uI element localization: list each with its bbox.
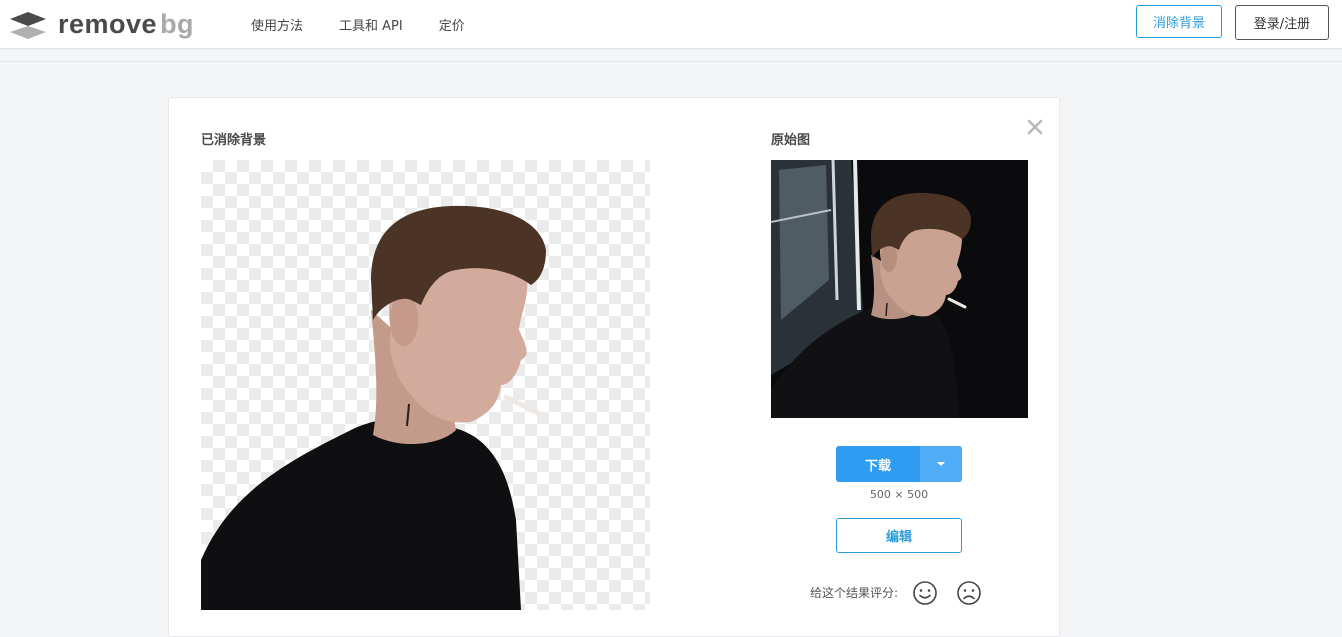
person-cutout — [201, 205, 546, 610]
logo-text: remove bg — [58, 8, 195, 39]
main-nav: 使用方法 工具和 API 定价 — [251, 15, 465, 34]
result-image — [201, 160, 650, 610]
download-button[interactable]: 下载 — [836, 446, 920, 482]
logo-layers-icon — [10, 12, 46, 39]
result-title: 已消除背景 — [201, 133, 267, 148]
download-options-dropdown[interactable] — [920, 446, 962, 482]
login-signup-button[interactable]: 登录/注册 — [1235, 5, 1329, 40]
download-button-group: 下载 — [836, 446, 962, 482]
rate-result-label: 给这个结果评分: — [810, 586, 899, 600]
logo[interactable]: remove bg — [8, 8, 194, 40]
nav-tools-api[interactable]: 工具和 API — [339, 15, 403, 34]
original-title: 原始图 — [771, 133, 811, 148]
edit-button[interactable]: 编辑 — [836, 518, 962, 553]
remove-background-button[interactable]: 消除背景 — [1136, 5, 1222, 38]
nav-how-to-use[interactable]: 使用方法 — [251, 15, 303, 34]
logo-text-remove: remove — [58, 8, 158, 39]
top-navbar: remove bg 使用方法 工具和 API 定价 消除背景 登录/注册 — [0, 0, 1342, 49]
caret-down-icon — [937, 462, 945, 466]
logo-text-bg: bg — [160, 8, 195, 39]
nav-pricing[interactable]: 定价 — [439, 15, 465, 34]
image-size-text: 500 × 500 — [869, 488, 929, 501]
close-icon[interactable] — [1025, 117, 1045, 137]
original-photo — [771, 160, 1028, 418]
smile-rating-icon[interactable] — [912, 580, 938, 606]
original-image — [771, 160, 1028, 418]
header-divider — [0, 61, 1342, 62]
frown-rating-icon[interactable] — [956, 580, 982, 606]
